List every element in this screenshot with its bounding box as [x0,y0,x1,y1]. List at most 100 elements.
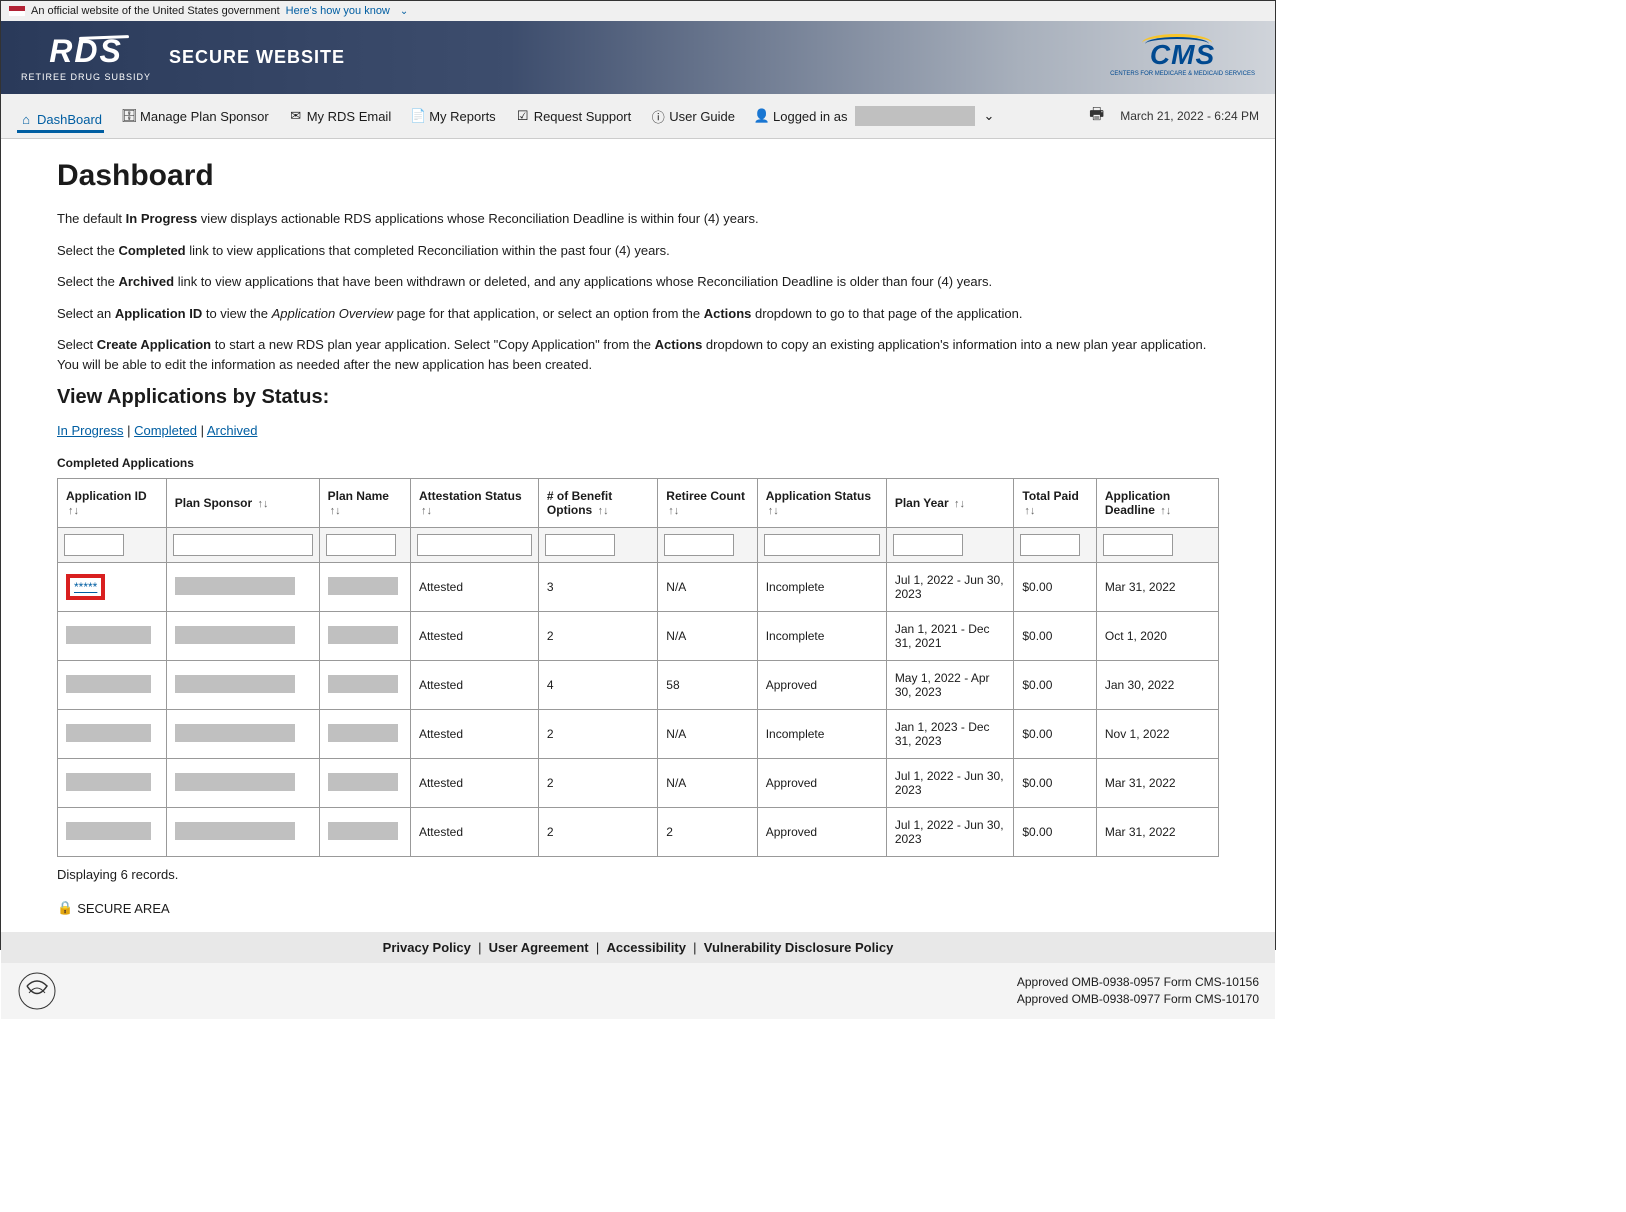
cell-plan-year: Jan 1, 2023 - Dec 31, 2023 [886,710,1014,759]
filter-benefit-options[interactable] [545,534,615,556]
cell-benefit-options: 2 [538,759,657,808]
th-app-status[interactable]: Application Status ↑↓ [757,479,886,528]
omb-text: Approved OMB-0938-0957 Form CMS-10156 Ap… [1017,974,1259,1008]
sort-icon: ↑↓ [668,505,679,517]
cms-logo: CMS CENTERS FOR MEDICARE & MEDICAID SERV… [1110,39,1255,77]
intro-para-1: The default In Progress view displays ac… [57,209,1219,229]
cell-app-status: Approved [757,808,886,857]
nav-guide-label: User Guide [669,109,735,124]
nav-manage-label: Manage Plan Sponsor [140,109,269,124]
cell-attestation: Attested [410,612,538,661]
th-attestation[interactable]: Attestation Status ↑↓ [410,479,538,528]
table-row: Attested 2 N/A Incomplete Jan 1, 2023 - … [58,710,1219,759]
filter-attestation[interactable] [417,534,532,556]
footer-user-agreement[interactable]: User Agreement [489,940,589,955]
gov-banner: An official website of the United States… [1,1,1275,21]
th-benefit-options[interactable]: # of Benefit Options ↑↓ [538,479,657,528]
support-icon: ☑ [516,109,530,123]
sort-icon: ↑↓ [1024,505,1035,517]
filter-plan-year[interactable] [893,534,963,556]
th-app-id[interactable]: Application ID ↑↓ [58,479,167,528]
th-retiree-count[interactable]: Retiree Count ↑↓ [658,479,757,528]
redacted-cell [175,773,295,791]
redacted-cell [66,626,151,644]
redacted-cell [328,773,398,791]
cell-app-deadline: Mar 31, 2022 [1096,808,1218,857]
th-app-deadline[interactable]: Application Deadline ↑↓ [1096,479,1218,528]
nav-support-label: Request Support [534,109,632,124]
hhs-logo-icon [17,971,57,1011]
cell-plan-year: Jan 1, 2021 - Dec 31, 2021 [886,612,1014,661]
cell-app-deadline: Mar 31, 2022 [1096,563,1218,612]
cell-benefit-options: 2 [538,808,657,857]
redacted-cell [66,773,151,791]
status-link-in-progress[interactable]: In Progress [57,423,123,438]
th-total-paid[interactable]: Total Paid ↑↓ [1014,479,1097,528]
redacted-cell [66,675,151,693]
chevron-down-icon: ⌄ [400,6,408,17]
cell-app-status: Incomplete [757,563,886,612]
cell-plan-year: Jul 1, 2022 - Jun 30, 2023 [886,759,1014,808]
us-flag-icon [9,6,25,16]
status-link-archived[interactable]: Archived [207,423,258,438]
cell-retiree-count: N/A [658,759,757,808]
info-icon: ⓘ [651,109,665,123]
footer-links: Privacy Policy | User Agreement | Access… [1,932,1275,963]
nav-email-label: My RDS Email [307,109,392,124]
redacted-cell [66,822,151,840]
cell-app-status: Approved [757,759,886,808]
cell-retiree-count: N/A [658,710,757,759]
nav-logged-in-as[interactable]: 👤 Logged in as ⌄ [753,100,996,132]
cell-total-paid: $0.00 [1014,612,1097,661]
nav-request-support[interactable]: ☑ Request Support [514,103,634,130]
secure-website-label: SECURE WEBSITE [169,47,345,68]
cell-app-deadline: Mar 31, 2022 [1096,759,1218,808]
status-link-completed[interactable]: Completed [134,423,197,438]
th-plan-name[interactable]: Plan Name ↑↓ [319,479,410,528]
filter-total-paid[interactable] [1020,534,1080,556]
table-row: Attested 2 N/A Approved Jul 1, 2022 - Ju… [58,759,1219,808]
filter-retiree-count[interactable] [664,534,734,556]
sort-icon: ↑↓ [1160,505,1171,517]
user-name-redacted [855,106,975,126]
table-row: ***** Attested 3 N/A Incomplete Jul 1, 2… [58,563,1219,612]
app-id-link[interactable]: ***** [74,580,97,594]
table-row: Attested 2 N/A Incomplete Jan 1, 2021 - … [58,612,1219,661]
nav-dashboard[interactable]: ⌂ DashBoard [17,106,104,133]
filter-plan-name[interactable] [326,534,396,556]
cell-plan-year: Jul 1, 2022 - Jun 30, 2023 [886,563,1014,612]
filter-app-deadline[interactable] [1103,534,1173,556]
footer-vuln[interactable]: Vulnerability Disclosure Policy [704,940,894,955]
footer-accessibility[interactable]: Accessibility [606,940,686,955]
redacted-cell [175,675,295,693]
nav-manage-plan-sponsor[interactable]: 🗄 Manage Plan Sponsor [120,103,271,130]
footer-privacy[interactable]: Privacy Policy [383,940,471,955]
cell-app-status: Incomplete [757,710,886,759]
redacted-cell [328,577,398,595]
redacted-cell [66,724,151,742]
sort-icon: ↑↓ [257,498,268,510]
redacted-cell [175,577,295,595]
table-title: Completed Applications [57,456,1219,470]
nav-my-rds-email[interactable]: ✉ My RDS Email [287,103,394,130]
nav-dashboard-label: DashBoard [37,112,102,127]
nav-user-guide[interactable]: ⓘ User Guide [649,103,737,130]
cell-app-status: Incomplete [757,612,886,661]
cell-attestation: Attested [410,563,538,612]
redacted-cell [328,822,398,840]
print-icon[interactable]: 🖶 [1089,103,1104,130]
gov-banner-link[interactable]: Here's how you know [286,5,390,17]
redacted-cell [328,675,398,693]
cell-benefit-options: 2 [538,612,657,661]
nav-logged-in-label: Logged in as [773,109,847,124]
home-icon: ⌂ [19,112,33,126]
th-plan-sponsor[interactable]: Plan Sponsor ↑↓ [166,479,319,528]
th-plan-year[interactable]: Plan Year ↑↓ [886,479,1014,528]
filter-plan-sponsor[interactable] [173,534,313,556]
cell-app-deadline: Oct 1, 2020 [1096,612,1218,661]
sort-icon: ↑↓ [768,505,779,517]
nav-my-reports[interactable]: 📄 My Reports [409,103,497,130]
filter-app-status[interactable] [764,534,880,556]
chevron-down-icon: ⌄ [983,108,994,124]
filter-app-id[interactable] [64,534,124,556]
